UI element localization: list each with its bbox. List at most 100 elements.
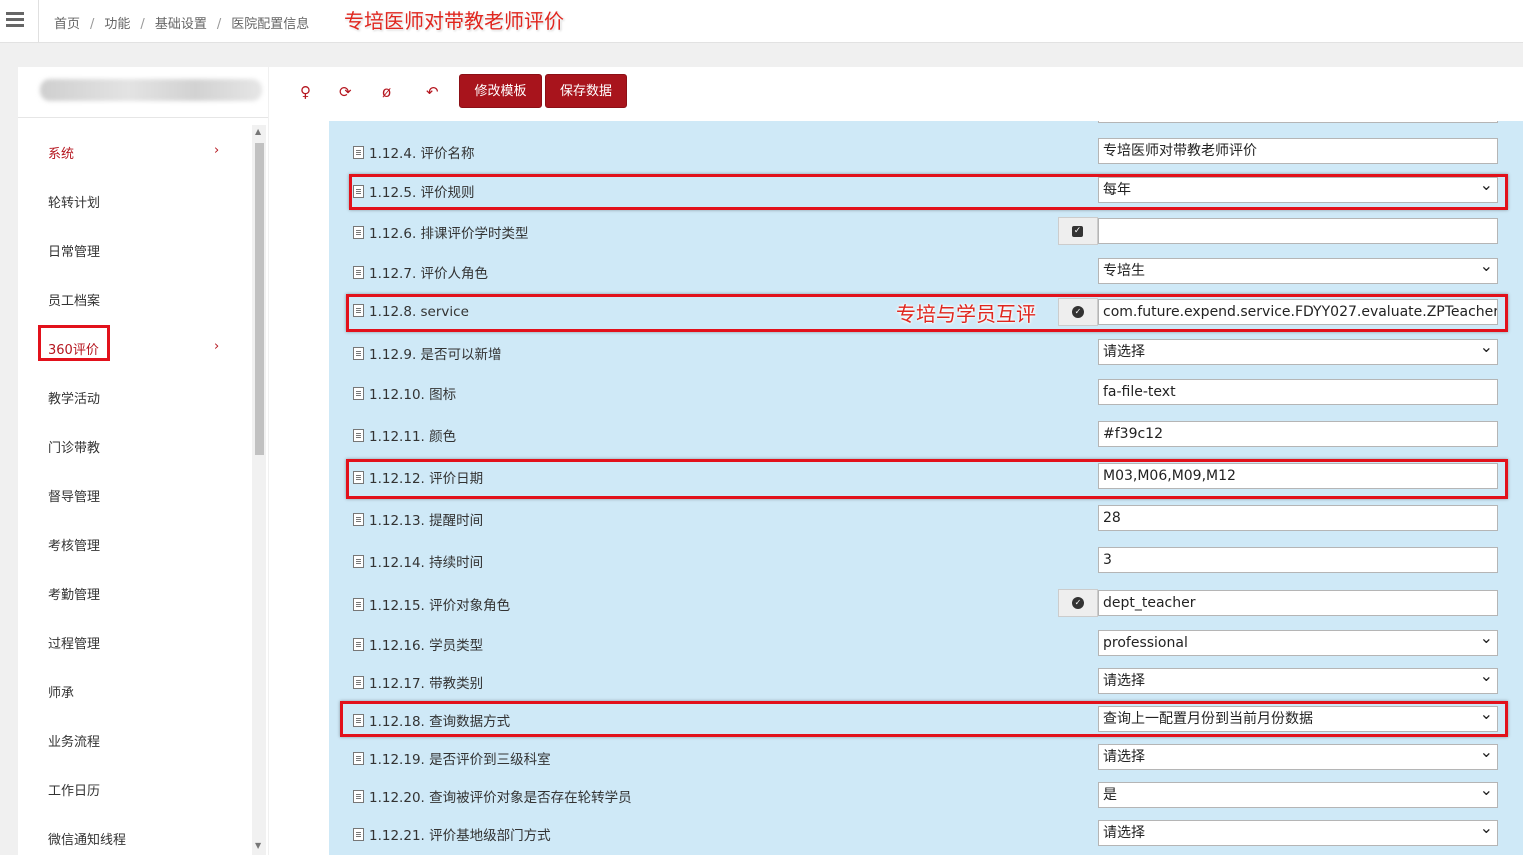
text-field[interactable]: 28	[1098, 505, 1498, 531]
breadcrumb-function[interactable]: 功能	[104, 17, 130, 32]
eye-slash-icon[interactable]: ø	[382, 83, 391, 101]
chevron-down-icon[interactable]: ⌄	[1480, 631, 1493, 650]
checkbox-addon[interactable]: ✓	[1058, 217, 1098, 245]
field-label-text: 1.12.6. 排课评价学时类型	[369, 226, 529, 242]
field-label-text: 1.12.7. 评价人角色	[369, 266, 489, 282]
field-label-text: 1.12.20. 查询被评价对象是否存在轮转学员	[369, 790, 632, 806]
lightbulb-icon[interactable]: ♀	[300, 83, 311, 101]
chevron-down-icon[interactable]: ⌄	[1480, 821, 1493, 840]
sidebar-item-1[interactable]: 轮转计划	[48, 192, 100, 211]
breadcrumb: 首页 / 功能 / 基础设置 / 医院配置信息	[54, 17, 310, 32]
text-field[interactable]: dept_teacher	[1098, 590, 1498, 616]
field-label-text: 1.12.14. 持续时间	[369, 555, 484, 571]
field-label: 1.12.19. 是否评价到三级科室	[353, 748, 551, 768]
file-text-icon	[353, 266, 364, 279]
sidebar-item-5[interactable]: 教学活动	[48, 388, 100, 407]
check-square-icon[interactable]: ✓	[1072, 226, 1083, 237]
field-label: 1.12.10. 图标	[353, 383, 456, 403]
field-value: 28	[1103, 510, 1121, 526]
field-label-text: 1.12.21. 评价基地级部门方式	[369, 828, 551, 844]
select-field[interactable]: 请选择 ⌄	[1098, 820, 1498, 846]
sidebar-item-8[interactable]: 考核管理	[48, 535, 100, 554]
scroll-up-icon[interactable]: ▲	[255, 127, 261, 136]
field-label: 1.12.21. 评价基地级部门方式	[353, 824, 551, 844]
field-value: 请选择	[1103, 673, 1145, 689]
file-text-icon	[353, 429, 364, 442]
text-field[interactable]	[1098, 218, 1498, 244]
field-value: dept_teacher	[1103, 595, 1196, 611]
select-field[interactable]: 请选择 ⌄	[1098, 744, 1498, 770]
sidebar-item-6[interactable]: 门诊带教	[48, 437, 100, 456]
chevron-down-icon[interactable]: ⌄	[1480, 745, 1493, 764]
field-label-text: 1.12.15. 评价对象角色	[369, 598, 511, 614]
field-label: 1.12.14. 持续时间	[353, 551, 483, 571]
field-value: fa-file-text	[1103, 384, 1176, 400]
chevron-down-icon[interactable]: ⌄	[1480, 340, 1493, 359]
file-text-icon	[353, 146, 364, 159]
chevron-right-icon[interactable]: ›	[214, 339, 219, 354]
field-label-text: 1.12.17. 带教类别	[369, 676, 484, 692]
chevron-down-icon[interactable]: ⌄	[1480, 259, 1493, 278]
main-content: 1.12.4. 评价名称 专培医师对带教老师评价 1.12.5. 评价规则 每年 ⌄ 1.…	[269, 121, 1523, 855]
text-field[interactable]: #f39c12	[1098, 421, 1498, 447]
save-data-button[interactable]: 保存数据	[545, 74, 627, 108]
file-text-icon	[353, 387, 364, 400]
file-text-icon	[353, 226, 364, 239]
field-label-text: 1.12.11. 颜色	[369, 429, 457, 445]
field-label-text: 1.12.4. 评价名称	[369, 146, 475, 162]
refresh-icon[interactable]: ⟳	[339, 83, 352, 101]
field-label-text: 1.12.9. 是否可以新增	[369, 347, 502, 363]
file-text-icon	[353, 598, 364, 611]
sidebar-item-3[interactable]: 员工档案	[48, 290, 100, 309]
breadcrumb-basic-settings[interactable]: 基础设置	[155, 17, 207, 32]
sidebar-item-13[interactable]: 工作日历	[48, 780, 100, 799]
annotation-highlight-360	[38, 325, 110, 361]
sidebar-scrollbar[interactable]: ▲ ▼	[252, 125, 266, 855]
check-circle-icon[interactable]: ✓	[1072, 597, 1084, 609]
annotation-highlight-rule	[349, 174, 1508, 210]
scroll-down-icon[interactable]: ▼	[255, 841, 261, 850]
sidebar-item-10[interactable]: 过程管理	[48, 633, 100, 652]
sidebar-item-9[interactable]: 考勤管理	[48, 584, 100, 603]
sidebar-item-14[interactable]: 微信通知线程	[48, 829, 126, 848]
sidebar-item-0[interactable]: 系统	[48, 143, 74, 162]
sidebar-item-12[interactable]: 业务流程	[48, 731, 100, 750]
breadcrumb-home[interactable]: 首页	[54, 17, 80, 32]
sidebar-item-11[interactable]: 师承	[48, 682, 74, 701]
sidebar-item-7[interactable]: 督导管理	[48, 486, 100, 505]
file-text-icon	[353, 513, 364, 526]
select-field[interactable]: 请选择 ⌄	[1098, 668, 1498, 694]
field-value: 请选择	[1103, 749, 1145, 765]
chevron-right-icon[interactable]: ›	[214, 143, 219, 158]
file-text-icon	[353, 555, 364, 568]
field-value: #f39c12	[1103, 426, 1163, 442]
chevron-down-icon[interactable]: ⌄	[1480, 669, 1493, 688]
select-field[interactable]: 专培生 ⌄	[1098, 258, 1498, 284]
text-field[interactable]: fa-file-text	[1098, 379, 1498, 405]
file-text-icon	[353, 790, 364, 803]
undo-icon[interactable]: ↶	[426, 83, 439, 101]
menu-icon[interactable]	[6, 12, 24, 28]
select-field[interactable]: professional ⌄	[1098, 630, 1498, 656]
text-field[interactable]: 3	[1098, 547, 1498, 573]
breadcrumb-hospital-config: 医院配置信息	[231, 17, 310, 32]
sidebar-scroll-thumb[interactable]	[255, 143, 264, 455]
field-label: 1.12.9. 是否可以新增	[353, 343, 502, 363]
chevron-down-icon[interactable]: ⌄	[1480, 783, 1493, 802]
field-label: 1.12.17. 带教类别	[353, 672, 483, 692]
field-label-text: 1.12.13. 提醒时间	[369, 513, 484, 529]
select-field[interactable]: 请选择 ⌄	[1098, 339, 1498, 365]
field-label: 1.12.11. 颜色	[353, 425, 456, 445]
edit-template-button[interactable]: 修改模板	[459, 74, 542, 108]
text-field[interactable]: 专培医师对带教老师评价	[1098, 138, 1498, 164]
annotation-title: 专培医师对带教老师评价	[344, 9, 564, 33]
field-value: 3	[1103, 552, 1112, 568]
file-text-icon	[353, 828, 364, 841]
check-circle-addon[interactable]: ✓	[1058, 589, 1098, 617]
select-field[interactable]: 是 ⌄	[1098, 782, 1498, 808]
sidebar-item-2[interactable]: 日常管理	[48, 241, 100, 260]
field-label: 1.12.4. 评价名称	[353, 142, 475, 162]
field-value: 专培医师对带教老师评价	[1103, 143, 1257, 159]
annotation-service-note: 专培与学员互评	[896, 302, 1036, 326]
file-text-icon	[353, 676, 364, 689]
